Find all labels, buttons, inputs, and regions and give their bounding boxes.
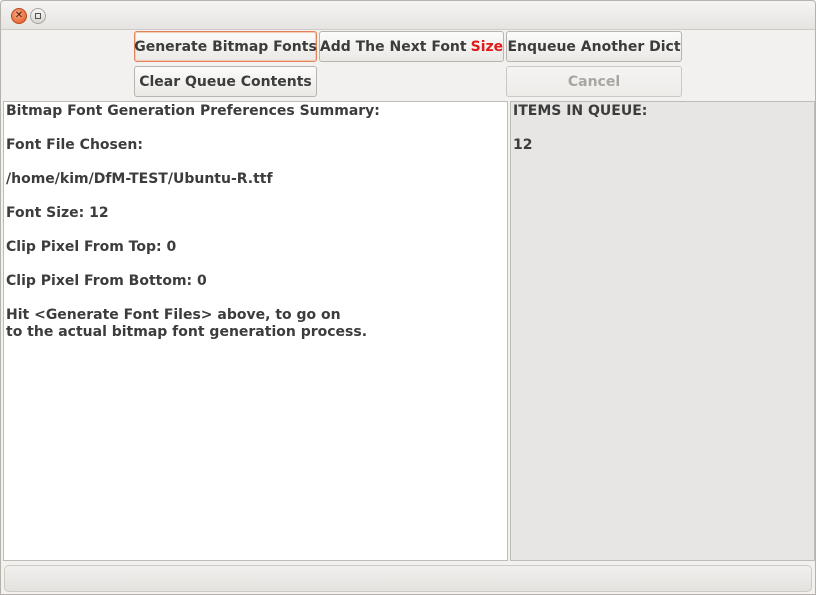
queue-panel[interactable]: ITEMS IN QUEUE: 12 xyxy=(510,101,815,561)
font-file-label: Font File Chosen: xyxy=(6,137,143,153)
hint-line-2: to the actual bitmap font generation pro… xyxy=(6,324,368,340)
close-window-button[interactable]: ✕ xyxy=(11,8,27,24)
preferences-summary-panel[interactable]: Bitmap Font Generation Preferences Summa… xyxy=(3,101,508,561)
title-bar[interactable]: ✕ xyxy=(1,1,815,30)
queue-title: ITEMS IN QUEUE: xyxy=(513,103,648,119)
font-size-value: Font Size: 12 xyxy=(6,205,109,221)
status-bar xyxy=(4,565,812,592)
enqueue-another-dict-button[interactable]: Enqueue Another Dict xyxy=(506,31,682,62)
maximize-icon xyxy=(35,13,41,19)
generate-bitmap-fonts-button[interactable]: Generate Bitmap Fonts xyxy=(134,31,317,62)
clip-bottom-value: Clip Pixel From Bottom: 0 xyxy=(6,273,207,289)
add-next-font-size-button[interactable]: Add The Next Font Size xyxy=(319,31,504,62)
queue-count: 12 xyxy=(513,137,533,153)
maximize-window-button[interactable] xyxy=(30,8,46,24)
cancel-button[interactable]: Cancel xyxy=(506,66,682,97)
clip-top-value: Clip Pixel From Top: 0 xyxy=(6,239,177,255)
hint-line-1: Hit <Generate Font Files> above, to go o… xyxy=(6,307,341,323)
font-path-value: /home/kim/DfM-TEST/Ubuntu-R.ttf xyxy=(6,171,273,187)
summary-title: Bitmap Font Generation Preferences Summa… xyxy=(6,103,380,119)
app-window: ✕ Generate Bitmap Fonts Add The Next Fon… xyxy=(0,0,816,595)
close-icon: ✕ xyxy=(14,10,24,21)
clear-queue-contents-button[interactable]: Clear Queue Contents xyxy=(134,66,317,97)
